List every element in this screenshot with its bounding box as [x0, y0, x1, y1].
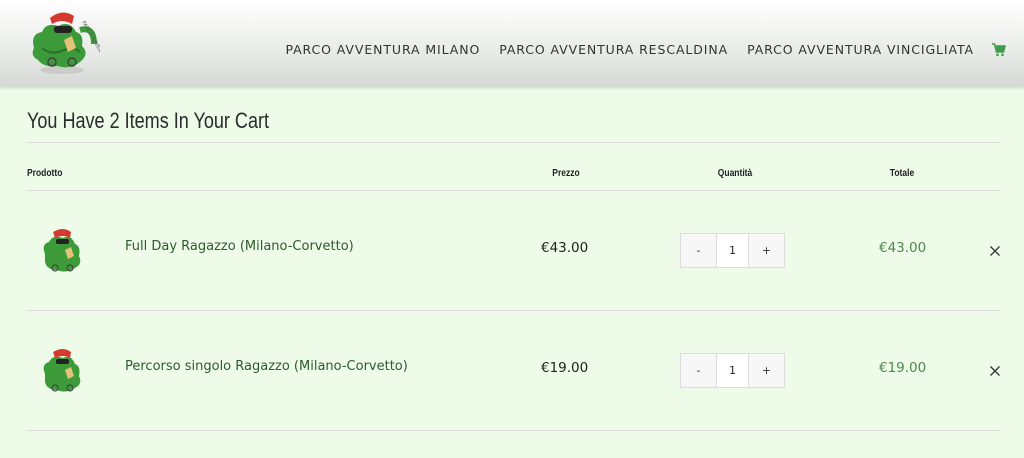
quantity-stepper: - 1 + — [680, 233, 785, 268]
remove-item-icon[interactable] — [989, 365, 1001, 377]
product-thumbnail[interactable] — [37, 224, 89, 276]
product-total: €19.00 — [879, 360, 927, 376]
main-nav: PARCO AVVENTURA MILANO PARCO AVVENTURA R… — [266, 42, 1006, 57]
cart-title: You Have 2 Items In Your Cart — [27, 108, 270, 133]
column-header-total: Totale — [889, 168, 915, 179]
site-header: PARCO AVVENTURA PARCO AVVENTURA MILANO P… — [0, 0, 1024, 86]
product-price: €43.00 — [541, 240, 589, 256]
divider — [27, 430, 1001, 431]
nav-item-vincigliata[interactable]: PARCO AVVENTURA VINCIGLIATA — [747, 42, 974, 57]
decrease-quantity-button[interactable]: - — [681, 234, 716, 267]
product-price: €19.00 — [541, 360, 589, 376]
cart-section: You Have 2 Items In Your Cart Prodotto P… — [0, 86, 1024, 458]
product-name-link[interactable]: Percorso singolo Ragazzo (Milano-Corvett… — [125, 359, 408, 374]
product-name-link[interactable]: Full Day Ragazzo (Milano-Corvetto) — [125, 239, 354, 254]
column-header-quantity: Quantità — [717, 168, 753, 179]
column-header-price: Prezzo — [552, 168, 580, 179]
divider — [27, 142, 1001, 143]
logo-image[interactable]: PARCO AVVENTURA — [24, 4, 100, 76]
cart-row: Percorso singolo Ragazzo (Milano-Corvett… — [0, 310, 1024, 430]
product-total: €43.00 — [879, 240, 927, 256]
increase-quantity-button[interactable]: + — [749, 234, 784, 267]
column-header-product: Prodotto — [27, 168, 63, 179]
quantity-input[interactable]: 1 — [716, 234, 749, 267]
quantity-input[interactable]: 1 — [716, 354, 749, 387]
nav-item-rescaldina[interactable]: PARCO AVVENTURA RESCALDINA — [499, 42, 728, 57]
remove-item-icon[interactable] — [989, 245, 1001, 257]
decrease-quantity-button[interactable]: - — [681, 354, 716, 387]
quantity-stepper: - 1 + — [680, 353, 785, 388]
product-thumbnail[interactable] — [37, 344, 89, 396]
shopping-cart-icon[interactable] — [992, 42, 1006, 57]
increase-quantity-button[interactable]: + — [749, 354, 784, 387]
nav-item-milano[interactable]: PARCO AVVENTURA MILANO — [285, 42, 480, 57]
cart-row: Full Day Ragazzo (Milano-Corvetto) €43.0… — [0, 190, 1024, 310]
